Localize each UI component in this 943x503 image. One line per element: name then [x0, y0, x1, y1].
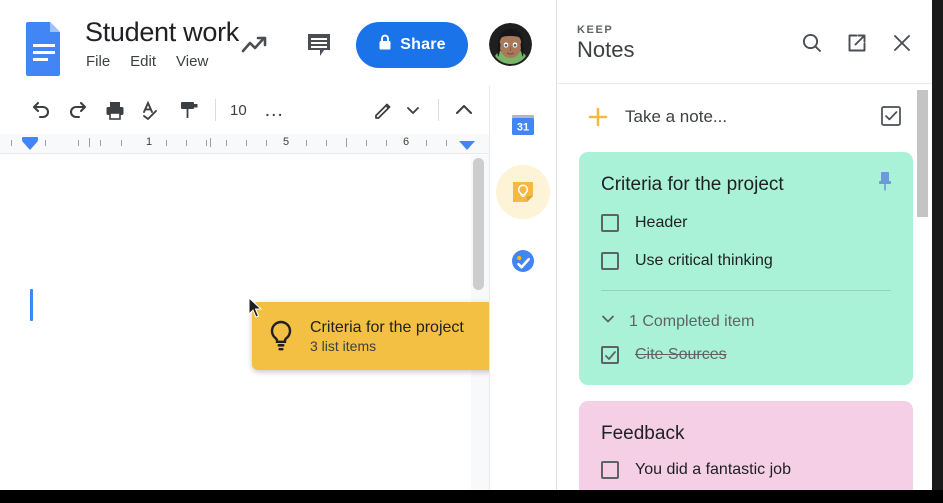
drag-preview-note-card[interactable]: Criteria for the project 3 list items [252, 302, 512, 370]
search-icon[interactable] [799, 30, 825, 56]
keep-eyebrow-label: KEEP [577, 24, 614, 36]
google-keep-panel: KEEP Notes Take a note... Criteria for t… [556, 0, 933, 503]
note-item-label: Use critical thinking [635, 252, 773, 269]
activity-dashboard-icon[interactable] [237, 28, 275, 60]
ruler-number-1: 1 [145, 136, 153, 148]
collapse-toolbar-chevron-up-icon[interactable] [451, 97, 477, 123]
google-docs-pane: Student work File Edit View Share 10 … 1… [0, 0, 532, 503]
google-keep-icon [513, 182, 533, 202]
paint-format-icon[interactable] [176, 97, 202, 123]
google-tasks-icon [512, 250, 534, 272]
comment-history-icon[interactable] [301, 28, 337, 60]
window-right-edge [932, 0, 943, 503]
new-list-checkbox-icon[interactable] [879, 104, 903, 128]
google-docs-logo-icon [22, 20, 66, 76]
document-scrollbar-thumb[interactable] [473, 158, 484, 290]
checkbox-unchecked-icon[interactable] [601, 461, 619, 479]
window-bottom-bar [0, 490, 943, 503]
open-in-new-icon[interactable] [844, 30, 870, 56]
document-title[interactable]: Student work [85, 17, 239, 48]
take-a-note-row[interactable]: Take a note... [557, 85, 933, 148]
keep-panel-header: KEEP Notes [557, 0, 933, 84]
pin-icon[interactable] [876, 170, 894, 192]
toolbar-divider-2 [438, 99, 439, 121]
completed-items-toggle[interactable]: 1 Completed item [599, 310, 754, 333]
checkbox-unchecked-icon[interactable] [601, 214, 619, 232]
user-avatar[interactable] [489, 23, 532, 66]
undo-icon[interactable] [28, 97, 54, 123]
keep-panel-scrollbar-thumb[interactable] [917, 90, 928, 217]
note-title: Feedback [601, 423, 685, 444]
lightbulb-icon [252, 318, 310, 354]
google-calendar-icon: 31 [512, 115, 534, 135]
rail-item-google-keep[interactable] [496, 165, 550, 219]
menu-view[interactable]: View [176, 53, 208, 70]
ruler-number-5: 5 [282, 136, 290, 148]
drag-preview-texts: Criteria for the project 3 list items [310, 319, 464, 354]
note-item-label: You did a fantastic job [635, 461, 791, 478]
plus-icon[interactable] [585, 104, 611, 130]
note-checkbox-row[interactable]: Header [601, 214, 687, 232]
note-title: Criteria for the project [601, 174, 784, 195]
app-window: Student work File Edit View Share 10 … 1… [0, 0, 943, 503]
completed-items-label: 1 Completed item [629, 312, 755, 330]
chevron-down-icon[interactable] [599, 310, 617, 333]
text-drop-caret [30, 289, 33, 321]
left-indent-marker-icon[interactable] [22, 141, 38, 150]
note-divider [601, 290, 891, 291]
share-button-label: Share [400, 36, 446, 53]
note-item-label: Header [635, 214, 688, 231]
menu-file[interactable]: File [86, 53, 110, 70]
keep-notes-list: Criteria for the project Header Use crit… [557, 148, 933, 503]
addons-side-rail: 31 [489, 86, 556, 503]
ruler-number-6: 6 [402, 136, 410, 148]
close-icon[interactable] [889, 30, 915, 56]
right-indent-marker-icon[interactable] [459, 141, 475, 150]
checkbox-checked-icon[interactable] [601, 346, 619, 364]
font-size-value[interactable]: 10 [230, 102, 247, 119]
rail-item-google-tasks[interactable] [496, 234, 550, 288]
redo-icon[interactable] [65, 97, 91, 123]
editing-mode-chevron-down-icon[interactable] [400, 97, 426, 123]
menu-edit[interactable]: Edit [130, 53, 156, 70]
drag-preview-title: Criteria for the project [310, 318, 464, 336]
lock-icon [378, 34, 392, 56]
note-checkbox-row[interactable]: Use critical thinking [601, 252, 773, 270]
editing-mode-pencil-icon[interactable] [371, 97, 397, 123]
docs-header: Student work File Edit View Share [0, 0, 532, 86]
note-card-criteria[interactable]: Criteria for the project Header Use crit… [579, 152, 913, 385]
rail-item-google-calendar[interactable]: 31 [496, 98, 550, 152]
docs-toolbar: 10 … [0, 86, 489, 134]
keep-panel-title: Notes [577, 37, 635, 62]
print-icon[interactable] [102, 97, 128, 123]
take-a-note-placeholder[interactable]: Take a note... [625, 107, 727, 127]
note-checkbox-row[interactable]: You did a fantastic job [601, 461, 791, 479]
mouse-cursor-icon [248, 296, 264, 319]
drag-preview-subtitle: 3 list items [310, 337, 377, 354]
svg-text:31: 31 [517, 122, 529, 134]
note-checkbox-row-completed[interactable]: Cite Sources [601, 346, 727, 364]
checkbox-unchecked-icon[interactable] [601, 252, 619, 270]
note-item-label-completed: Cite Sources [635, 346, 727, 363]
document-ruler[interactable]: 1 5 6 [0, 134, 489, 154]
more-options-icon[interactable]: … [264, 100, 285, 120]
toolbar-divider [215, 99, 216, 121]
spellcheck-icon[interactable] [139, 97, 165, 123]
share-button[interactable]: Share [356, 22, 468, 68]
note-card-feedback[interactable]: Feedback You did a fantastic job [579, 401, 913, 503]
docs-menu-bar: File Edit View [86, 53, 208, 70]
